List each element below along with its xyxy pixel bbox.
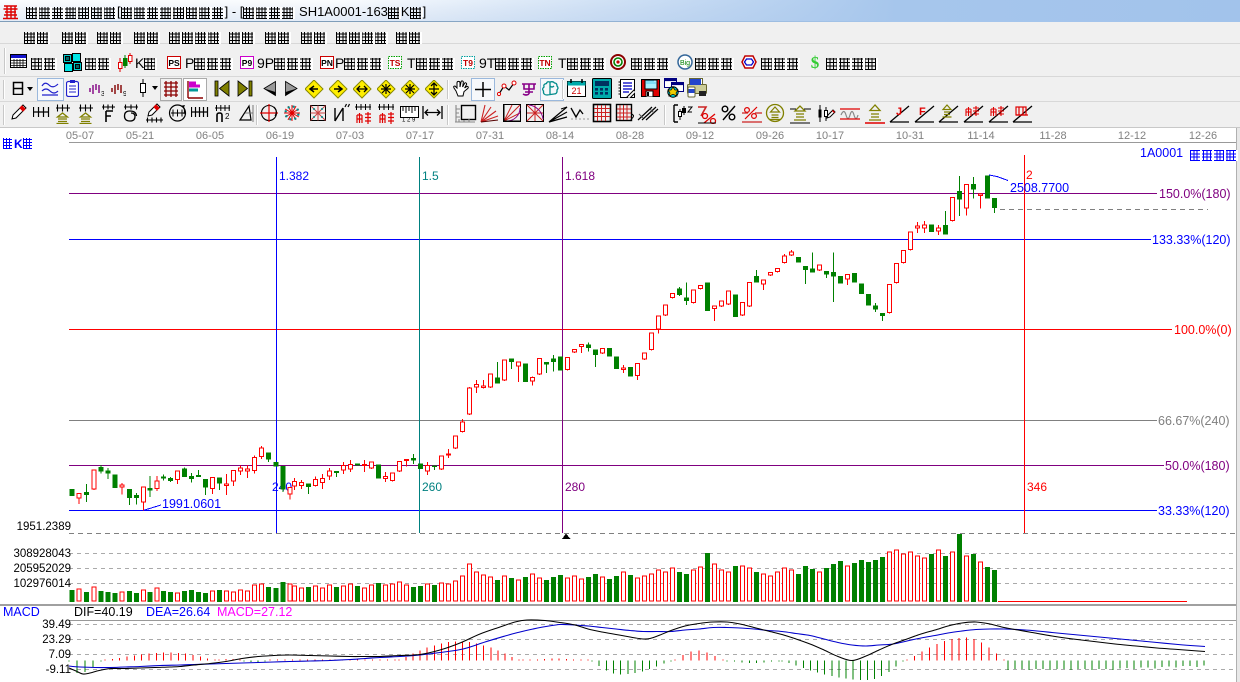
svg-text:260: 260 [422, 480, 442, 494]
svg-text:1.5: 1.5 [422, 169, 439, 183]
svg-text:11-14: 11-14 [967, 130, 994, 142]
svg-text:12-26: 12-26 [1189, 130, 1217, 142]
svg-text:10-31: 10-31 [896, 130, 924, 142]
svg-text:7.09: 7.09 [49, 649, 71, 661]
svg-text:2508.7700: 2508.7700 [1010, 181, 1069, 195]
svg-text:11-28: 11-28 [1039, 130, 1066, 142]
svg-text:33.33%(120): 33.33%(120) [1158, 504, 1230, 518]
svg-text:08-28: 08-28 [616, 130, 644, 142]
svg-text:308928043: 308928043 [13, 548, 71, 560]
svg-text:133.33%(120): 133.33%(120) [1152, 233, 1231, 247]
svg-text:DEA=26.64: DEA=26.64 [146, 605, 210, 619]
svg-text:1.382: 1.382 [279, 169, 309, 183]
svg-text:05-07: 05-07 [66, 130, 94, 142]
svg-text:150.0%(180): 150.0%(180) [1159, 187, 1231, 201]
svg-text:05-21: 05-21 [126, 130, 154, 142]
svg-text:1.618: 1.618 [565, 169, 595, 183]
svg-text:1951.2389: 1951.2389 [17, 521, 71, 533]
svg-text:07-03: 07-03 [336, 130, 364, 142]
svg-text:-9.11: -9.11 [46, 664, 71, 676]
svg-text:50.0%(180): 50.0%(180) [1165, 459, 1230, 473]
svg-text:346: 346 [1027, 480, 1047, 494]
svg-text:66.67%(240): 66.67%(240) [1158, 414, 1230, 428]
svg-text:07-31: 07-31 [476, 130, 504, 142]
svg-text:09-26: 09-26 [756, 130, 784, 142]
svg-text:12-12: 12-12 [1118, 130, 1146, 142]
svg-text:10-17: 10-17 [816, 130, 844, 142]
svg-text:09-12: 09-12 [686, 130, 714, 142]
svg-text:205952029: 205952029 [13, 563, 71, 575]
svg-text:07-17: 07-17 [406, 130, 434, 142]
svg-text:1991.0601: 1991.0601 [162, 497, 221, 511]
svg-text:100.0%(0): 100.0%(0) [1174, 323, 1232, 337]
svg-text:2: 2 [1026, 168, 1033, 182]
svg-text:MACD=27.12: MACD=27.12 [217, 605, 292, 619]
svg-text:280: 280 [565, 480, 585, 494]
svg-text:06-05: 06-05 [196, 130, 224, 142]
svg-text:DIF=40.19: DIF=40.19 [74, 605, 133, 619]
svg-text:08-14: 08-14 [546, 130, 574, 142]
svg-text:MACD: MACD [3, 605, 40, 619]
svg-text:23.29: 23.29 [42, 634, 71, 646]
svg-text:06-19: 06-19 [266, 130, 294, 142]
svg-text:39.49: 39.49 [42, 619, 71, 631]
svg-text:102976014: 102976014 [13, 578, 71, 590]
